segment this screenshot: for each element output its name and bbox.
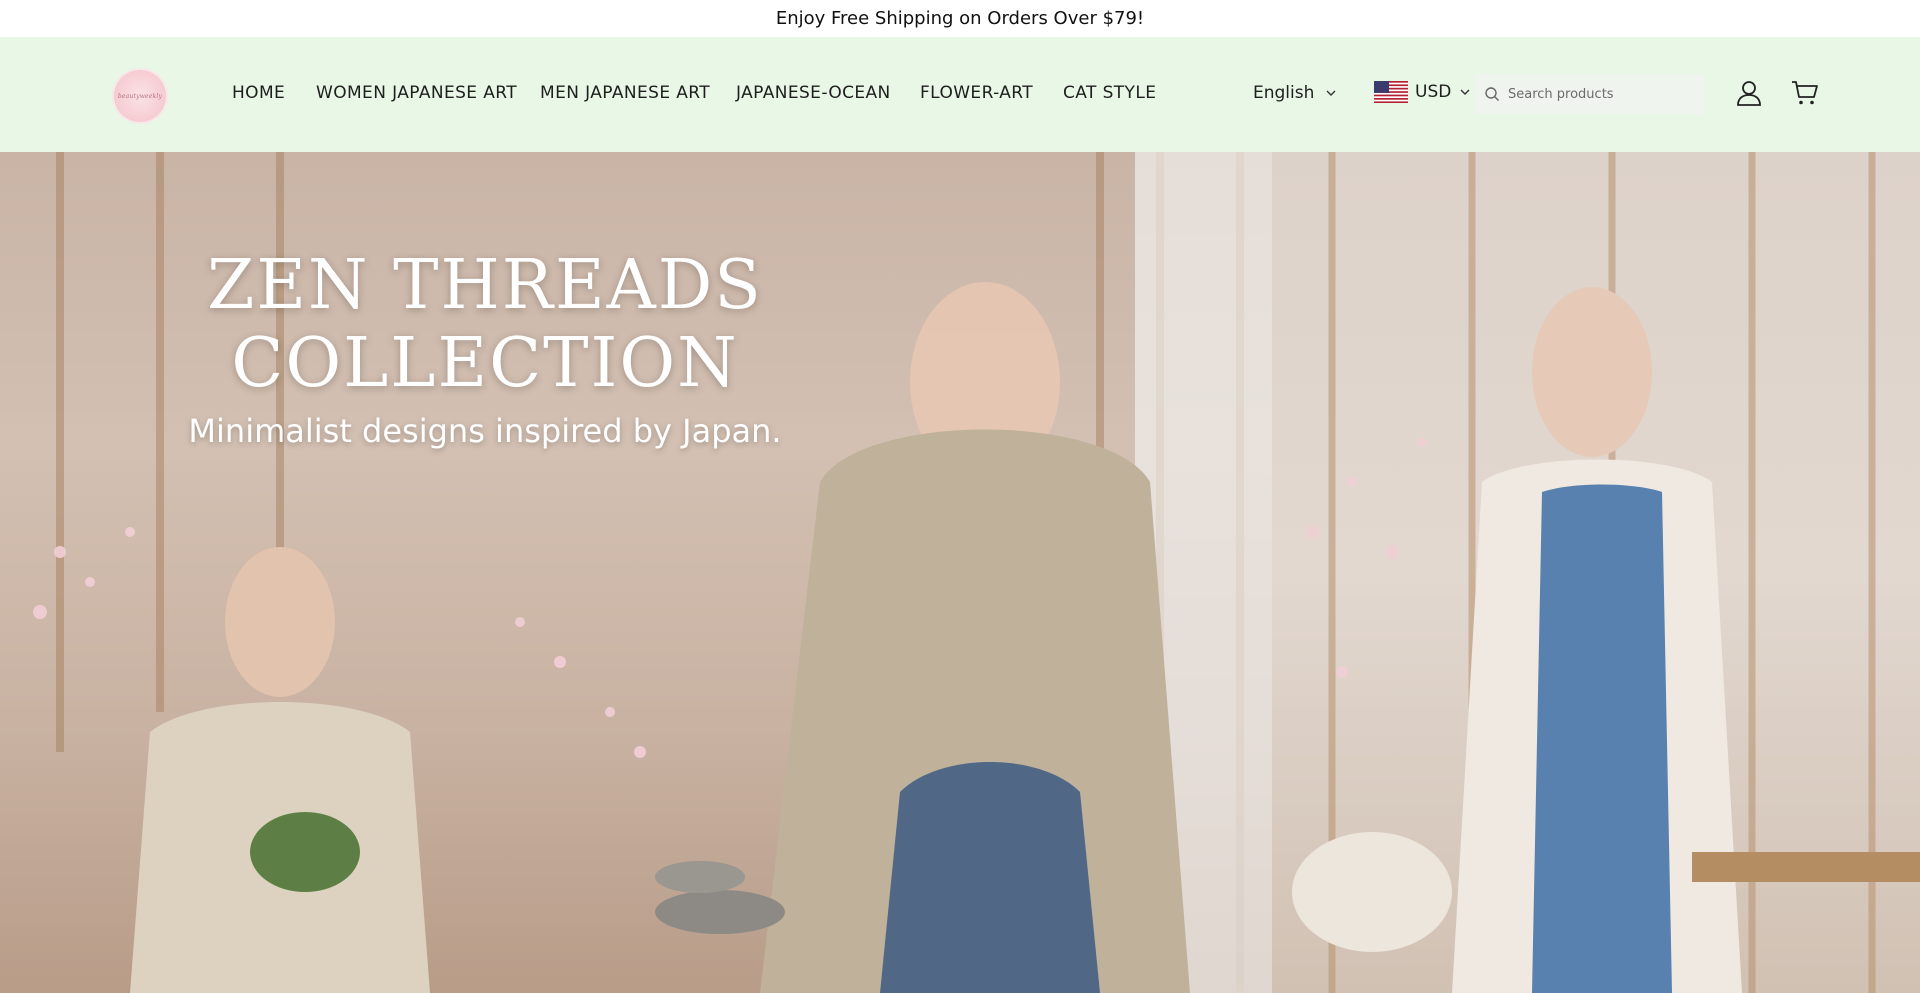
cart-icon[interactable] [1790,78,1820,108]
nav-flower-art[interactable]: FLOWER-ART [920,83,1033,103]
currency-label: USD [1415,82,1452,102]
announcement-bar: Enjoy Free Shipping on Orders Over $79! [0,0,1920,37]
chevron-down-icon [1460,89,1470,95]
announcement-text: Enjoy Free Shipping on Orders Over $79! [775,8,1145,29]
account-icon[interactable] [1734,78,1764,108]
nav-cat-style[interactable]: CAT STYLE [1063,83,1156,103]
language-label: English [1253,83,1315,103]
search-icon [1485,87,1499,101]
search-box [1474,74,1705,114]
hero-banner[interactable]: ZEN THREADS COLLECTION Minimalist design… [0,152,1920,993]
search-input[interactable] [1508,86,1698,102]
language-selector[interactable]: English [1253,83,1338,103]
nav-men-japanese-art[interactable]: MEN JAPANESE ART [540,83,710,103]
hero-title-line-1: ZEN THREADS [207,246,763,325]
nav-japanese-ocean[interactable]: JAPANESE-OCEAN [736,83,891,103]
site-header: beautyweekly HOME WOMEN JAPANESE ART MEN… [0,37,1920,152]
hero-image-left: ZEN THREADS COLLECTION Minimalist design… [0,152,1272,993]
hero-title: ZEN THREADS COLLECTION [175,247,795,403]
hero-subtitle: Minimalist designs inspired by Japan. [188,412,782,450]
nav-home[interactable]: HOME [232,83,285,103]
hero-image-right [1272,152,1920,993]
logo-text: beautyweekly [117,92,163,100]
shoji-screen-decor [1292,152,1920,993]
currency-selector[interactable]: USD [1374,81,1472,103]
hero-title-line-2: COLLECTION [231,324,739,403]
us-flag-icon [1374,81,1408,103]
store-logo[interactable]: beautyweekly [114,70,166,122]
chevron-down-icon [1326,90,1336,96]
nav-women-japanese-art[interactable]: WOMEN JAPANESE ART [316,83,517,103]
